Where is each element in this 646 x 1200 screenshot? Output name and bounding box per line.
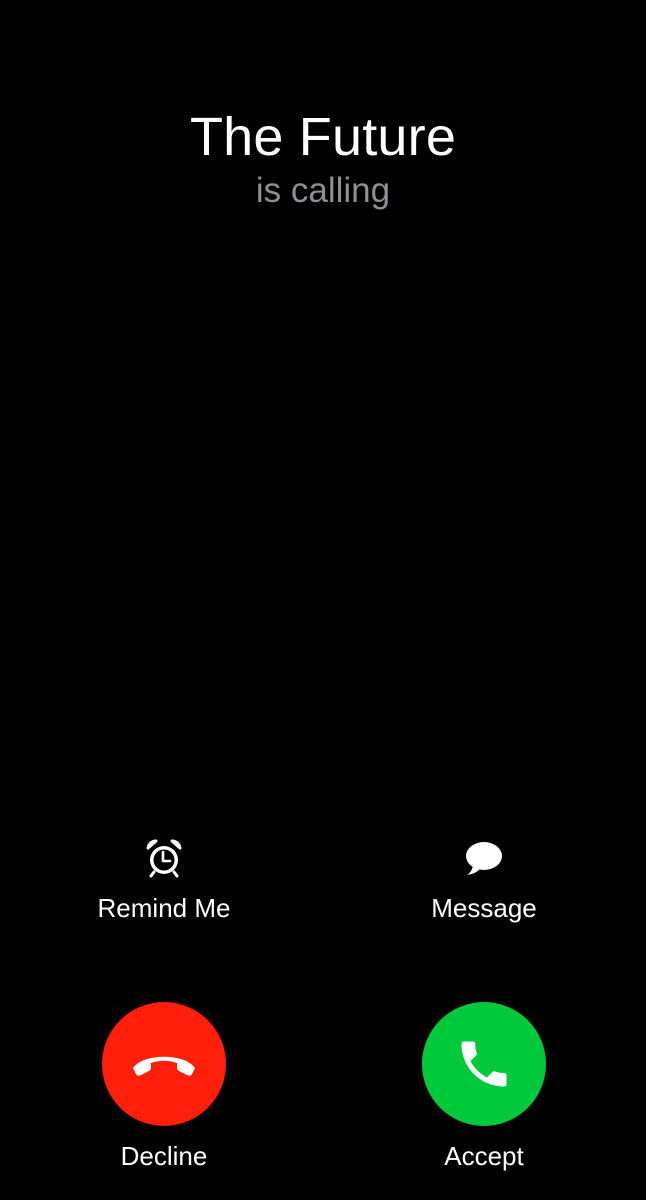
call-status: is calling [255, 171, 391, 210]
caller-info: The Future is calling [0, 104, 646, 212]
accept-button[interactable] [422, 1002, 546, 1126]
remind-me-button[interactable]: Remind Me [44, 838, 284, 924]
alarm-clock-icon [146, 839, 182, 878]
accept-control: Accept [364, 1002, 604, 1172]
decline-control: Decline [44, 1002, 284, 1172]
speech-bubble-icon [466, 842, 502, 875]
accept-label: Accept [444, 1141, 524, 1171]
message-button[interactable]: Message [364, 838, 604, 924]
decline-label: Decline [120, 1141, 208, 1171]
phone-icon [461, 1041, 507, 1087]
caller-name: The Future [189, 107, 457, 167]
message-label: Message [431, 893, 537, 923]
decline-button[interactable] [102, 1002, 226, 1126]
phone-hangup-icon [133, 1056, 195, 1076]
remind-me-label: Remind Me [97, 893, 231, 923]
